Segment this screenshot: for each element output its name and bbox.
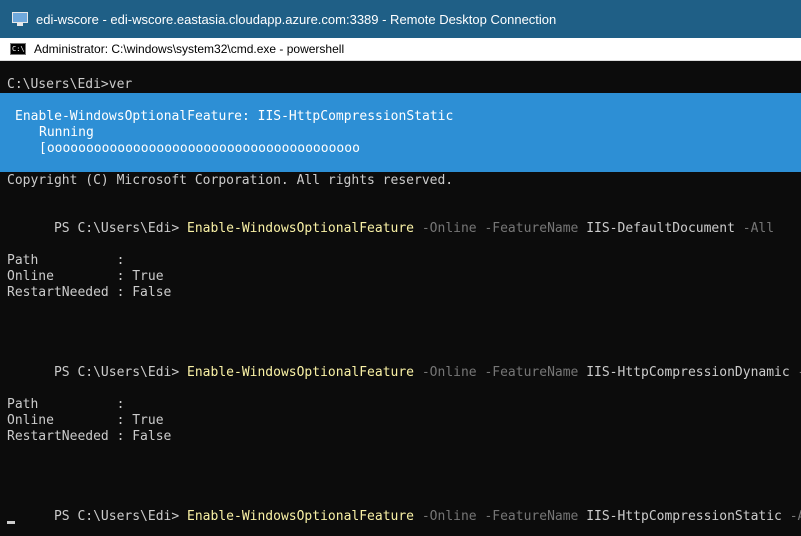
- progress-banner: Enable-WindowsOptionalFeature: IIS-HttpC…: [0, 93, 801, 172]
- cmdlet-name: Enable-WindowsOptionalFeature: [187, 365, 415, 380]
- progress-title: Enable-WindowsOptionalFeature: IIS-HttpC…: [15, 109, 454, 124]
- feature-name: IIS-HttpCompressionStatic: [586, 509, 782, 524]
- text-cursor: [7, 521, 15, 524]
- rdp-titlebar[interactable]: edi-wscore - edi-wscore.eastasia.cloudap…: [0, 0, 801, 38]
- cmd-icon: C:\: [10, 43, 26, 55]
- prompt: PS C:\Users\Edi>: [53, 365, 188, 380]
- prompt: PS C:\Users\Edi>: [53, 509, 188, 524]
- cmd-window[interactable]: C:\ Administrator: C:\windows\system32\c…: [0, 38, 801, 536]
- result-path: Path :: [7, 253, 125, 268]
- result-path: Path :: [7, 397, 125, 412]
- cmdlet-params: -Online -FeatureName: [414, 221, 587, 236]
- progress-bar-text: [ooooooooooooooooooooooooooooooooooooooo…: [39, 141, 360, 156]
- cmdlet-params-all: -All: [734, 221, 775, 236]
- result-restart: RestartNeeded : False: [7, 285, 172, 300]
- command-line-2: PS C:\Users\Edi> Enable-WindowsOptionalF…: [7, 349, 801, 380]
- cmdlet-name: Enable-WindowsOptionalFeature: [187, 221, 415, 236]
- copyright-line: Copyright (C) Microsoft Corporation. All…: [7, 173, 454, 188]
- cmdlet-name: Enable-WindowsOptionalFeature: [187, 509, 415, 524]
- command-line-3: PS C:\Users\Edi> Enable-WindowsOptionalF…: [7, 493, 801, 524]
- feature-name: IIS-DefaultDocument: [586, 221, 735, 236]
- cmdlet-params-all: -All: [789, 509, 801, 524]
- console-line-ver: C:\Users\Edi>ver: [7, 77, 133, 92]
- console-output[interactable]: C:\Users\Edi>ver Enable-WindowsOptionalF…: [0, 61, 801, 536]
- result-online: Online : True: [7, 269, 164, 284]
- result-restart: RestartNeeded : False: [7, 429, 172, 444]
- result-online: Online : True: [7, 413, 164, 428]
- cmdlet-params-all: -All: [790, 365, 801, 380]
- feature-name: IIS-HttpCompressionDynamic: [586, 365, 790, 380]
- cmdlet-params: -Online -FeatureName: [414, 365, 587, 380]
- command-line-1: PS C:\Users\Edi> Enable-WindowsOptionalF…: [7, 205, 774, 236]
- remote-desktop-icon: [12, 12, 28, 26]
- cmd-window-title: Administrator: C:\windows\system32\cmd.e…: [34, 42, 345, 56]
- progress-status: Running: [39, 125, 94, 140]
- rdp-window-title: edi-wscore - edi-wscore.eastasia.cloudap…: [36, 11, 557, 27]
- prompt: PS C:\Users\Edi>: [53, 221, 188, 236]
- cmd-titlebar[interactable]: C:\ Administrator: C:\windows\system32\c…: [0, 38, 801, 61]
- cmdlet-params: -Online -FeatureName: [414, 509, 587, 524]
